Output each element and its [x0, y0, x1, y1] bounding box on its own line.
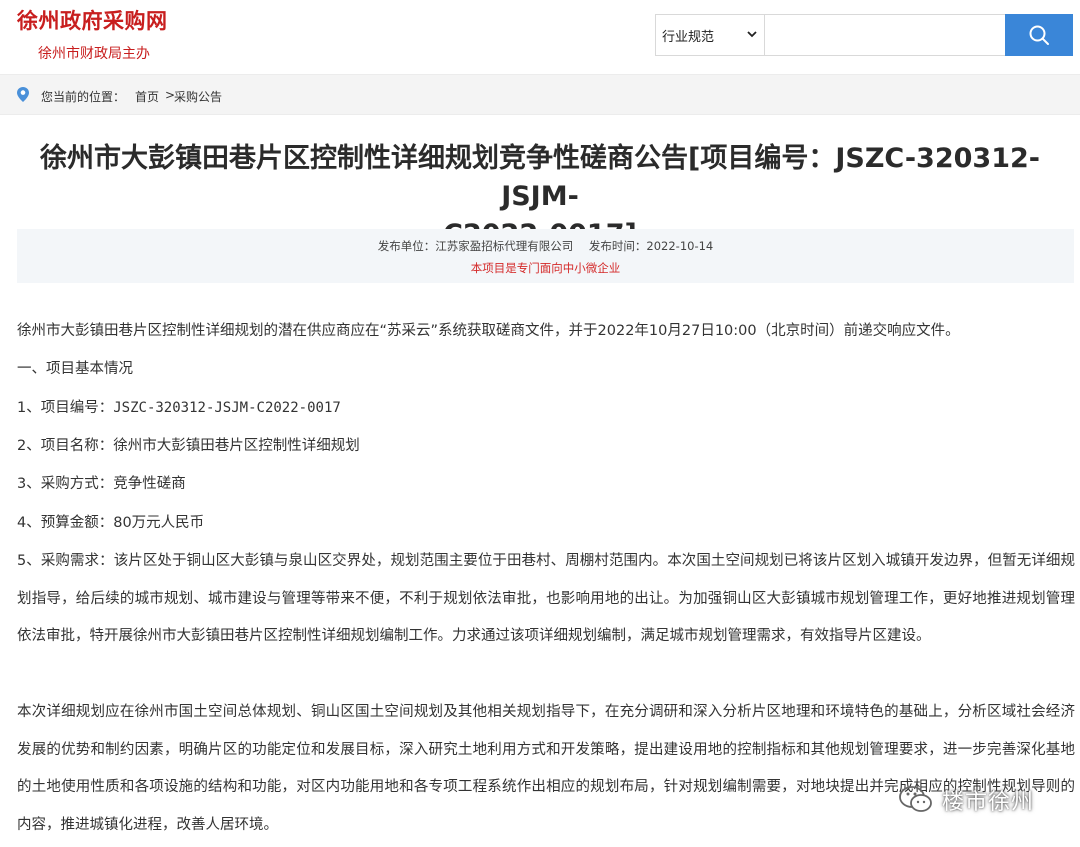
- watermark: 楼市徐州: [896, 780, 1034, 820]
- search-icon: [1029, 25, 1049, 45]
- requirements-item: 5、采购需求：该片区处于铜山区大彭镇与泉山区交界处，规划范围主要位于田巷村、周棚…: [17, 553, 1075, 644]
- category-select-value: 行业规范: [662, 29, 715, 45]
- page-title-line1: 徐州市大彭镇田巷片区控制性详细规划竞争性磋商公告[项目编号：JSZC-32031…: [40, 143, 1040, 212]
- procurement-method-item: 3、采购方式：竞争性磋商: [17, 476, 186, 492]
- publish-time: 发布时间：2022-10-14: [588, 239, 714, 253]
- breadcrumb-home-link[interactable]: 首页: [135, 88, 159, 105]
- breadcrumb: 您当前的位置： 首页 > 采购公告: [0, 74, 1080, 115]
- site-title[interactable]: 徐州政府采购网: [17, 5, 168, 35]
- project-name-item: 2、项目名称：徐州市大彭镇田巷片区控制性详细规划: [17, 438, 360, 454]
- budget-item: 4、预算金额：80万元人民币: [17, 515, 205, 531]
- project-number-value: JSZC-320312-JSJM-C2022-0017: [113, 400, 341, 416]
- article-meta: 发布单位：江苏家盈招标代理有限公司 发布时间：2022-10-14 本项目是专门…: [17, 229, 1074, 283]
- location-pin-icon: [17, 87, 29, 102]
- project-number-label: 1、项目编号：: [17, 400, 114, 416]
- section-heading: 一、项目基本情况: [17, 361, 133, 377]
- breadcrumb-current-link[interactable]: 采购公告: [174, 88, 222, 105]
- search-bar: 行业规范: [655, 14, 1073, 56]
- detail-paragraph: 本次详细规划应在徐州市国土空间总体规划、铜山区国土空间规划及其他相关规划指导下，…: [17, 704, 1075, 833]
- site-header: 徐州政府采购网 徐州市财政局主办 行业规范: [0, 0, 1080, 74]
- search-button[interactable]: [1005, 14, 1073, 56]
- sme-notice: 本项目是专门面向中小微企业: [470, 261, 621, 275]
- intro-paragraph: 徐州市大彭镇田巷片区控制性详细规划的潜在供应商应在“苏采云”系统获取磋商文件，并…: [17, 323, 960, 339]
- chevron-down-icon: [747, 31, 757, 38]
- watermark-text: 楼市徐州: [942, 790, 1035, 815]
- publisher: 发布单位：江苏家盈招标代理有限公司: [377, 239, 574, 253]
- wechat-icon: [899, 786, 932, 812]
- project-number-item: 1、项目编号：JSZC-320312-JSJM-C2022-0017: [17, 390, 1075, 428]
- search-input[interactable]: [766, 15, 1004, 55]
- breadcrumb-label: 您当前的位置：: [41, 90, 126, 104]
- category-select[interactable]: 行业规范: [656, 15, 765, 55]
- site-subtitle: 徐州市财政局主办: [38, 46, 150, 62]
